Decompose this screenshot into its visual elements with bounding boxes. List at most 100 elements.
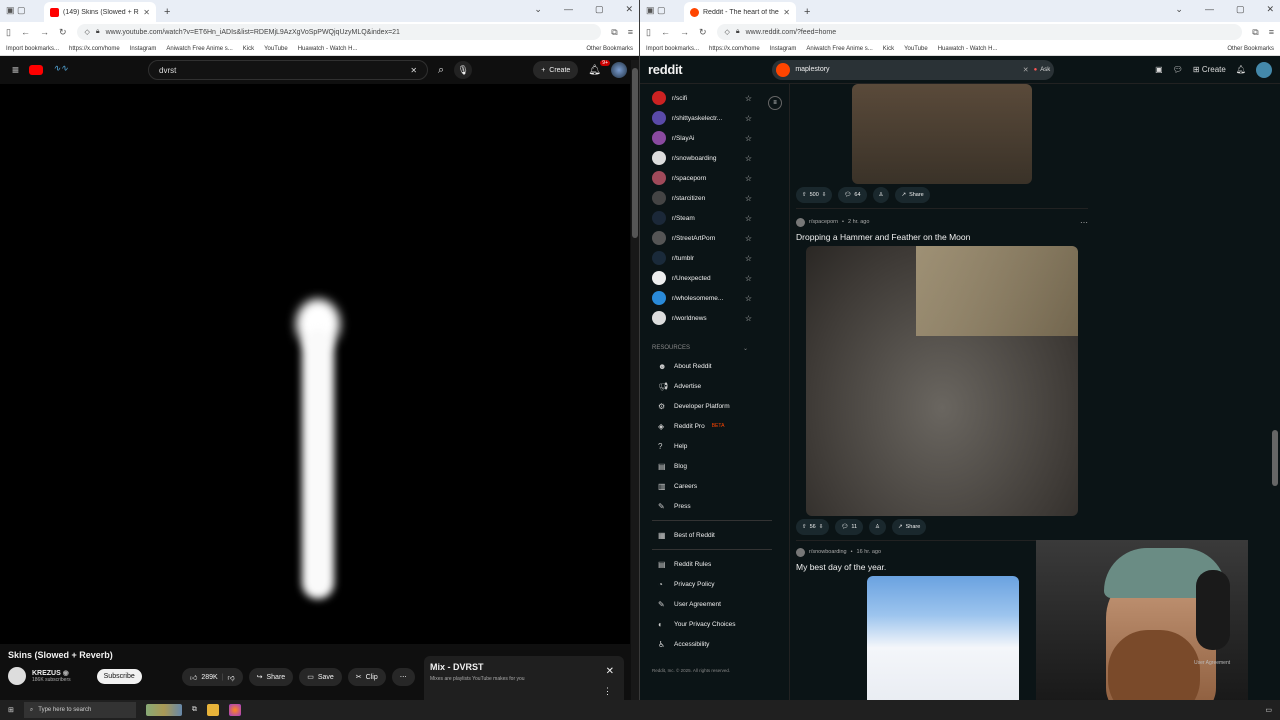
bookmark-item[interactable]: Huawatch - Watch H... (938, 46, 998, 52)
sidebar-community[interactable]: r/tumblr ☆ (652, 248, 752, 268)
share-button[interactable]: ↪ Share (248, 668, 294, 686)
sidebar-community[interactable]: r/Unexpected ☆ (652, 268, 752, 288)
notification-icon[interactable]: ▭ (1265, 706, 1272, 714)
resource-item[interactable]: ▥ Careers (652, 476, 789, 496)
clip-button[interactable]: ✂ Clip (347, 668, 386, 686)
ask-button[interactable]: ● Ask (1034, 67, 1051, 73)
comments-button[interactable]: 💬︎ 11 (835, 519, 864, 535)
subscribe-button[interactable]: Subscribe (96, 668, 142, 684)
dropdown-icon[interactable]: ⌄ (1175, 4, 1183, 15)
url-field[interactable]: ◇ 🔒︎ www.reddit.com/?feed=home (716, 24, 1243, 40)
sidebar-icon[interactable]: ▯ (646, 27, 651, 38)
scrollbar[interactable] (631, 60, 639, 700)
sidebar-community[interactable]: r/snowboarding ☆ (652, 148, 752, 168)
star-icon[interactable]: ☆ (745, 194, 752, 203)
kebab-menu-icon[interactable]: ⋮ (603, 686, 612, 697)
menu-icon[interactable]: ≡ (1269, 27, 1274, 37)
save-button[interactable]: ▭ Save (299, 668, 342, 686)
new-tab-button[interactable]: + (804, 6, 810, 18)
star-icon[interactable]: ☆ (745, 274, 752, 283)
downvote-icon[interactable]: ⇩ (819, 524, 824, 530)
bookmark-item[interactable]: Import bookmarks... (6, 46, 59, 52)
star-icon[interactable]: ☆ (745, 94, 752, 103)
maximize-icon[interactable]: ▢ (1236, 4, 1245, 15)
star-icon[interactable]: ☆ (745, 234, 752, 243)
policy-item[interactable]: ▤ Reddit Rules (652, 554, 789, 574)
subreddit-avatar[interactable] (796, 547, 805, 557)
post-image[interactable] (852, 84, 1032, 184)
bookmark-item[interactable]: Huawatch - Watch H... (298, 46, 358, 52)
star-icon[interactable]: ☆ (745, 214, 752, 223)
minimize-icon[interactable]: — (564, 4, 573, 15)
bookmark-item[interactable]: Kick (883, 46, 894, 52)
post-image-snow[interactable] (867, 576, 1019, 700)
subreddit-name[interactable]: r/snowboarding (809, 549, 847, 555)
forward-icon[interactable]: → (40, 27, 49, 37)
more-options-icon[interactable]: ⋯ (1080, 218, 1088, 227)
vote-button[interactable]: ⇧ 500 ⇩ (796, 187, 833, 203)
resource-item[interactable]: ▦ Best of Reddit (652, 525, 789, 545)
windows-start-icon[interactable]: ⊞ (8, 706, 14, 714)
create-button[interactable]: ⊞ Create (1193, 65, 1226, 74)
thumbs-down-icon[interactable]: 👎︎ (228, 673, 235, 682)
collapse-sidebar-icon[interactable]: ≡ (768, 96, 782, 110)
bookmark-item[interactable]: Instagram (770, 46, 797, 52)
award-button[interactable]: ♙ (872, 187, 890, 203)
task-view-icon[interactable]: ⧉ (192, 706, 197, 714)
star-icon[interactable]: ☆ (745, 254, 752, 263)
resource-item[interactable]: ▤ Blog (652, 456, 789, 476)
sidebar-community[interactable]: r/SlayAi ☆ (652, 128, 752, 148)
resources-header[interactable]: RESOURCES ⌄ (652, 340, 748, 356)
subreddit-name[interactable]: r/spaceporn (809, 219, 838, 225)
more-actions-button[interactable]: ⋯ (391, 668, 415, 686)
avatar[interactable] (611, 62, 627, 78)
bookmark-item[interactable]: Kick (243, 46, 254, 52)
tab-youtube[interactable]: (149) Skins (Slowed + Reve ✕ (44, 2, 156, 22)
video-player[interactable] (0, 84, 630, 644)
sidebar-community[interactable]: r/StreetArtPorn ☆ (652, 228, 752, 248)
other-bookmarks[interactable]: Other Bookmarks (586, 46, 633, 52)
bookmark-item[interactable]: https://x.com/home (69, 46, 120, 52)
upvote-icon[interactable]: ⇧ (802, 192, 807, 198)
bookmark-item[interactable]: Aniwatch Free Anime s... (166, 46, 232, 52)
clear-search-icon[interactable]: ✕ (410, 66, 417, 75)
back-icon[interactable]: ← (21, 27, 30, 37)
reddit-logo[interactable]: reddit (648, 62, 683, 77)
resource-item[interactable]: 📢︎ Advertise (652, 376, 789, 396)
firefox-icon[interactable] (228, 704, 241, 716)
bookmark-item[interactable]: Aniwatch Free Anime s... (806, 46, 872, 52)
policy-item[interactable]: ✎ User Agreement (652, 594, 789, 614)
sidebar-community[interactable]: r/wholesomeme... ☆ (652, 288, 752, 308)
extensions-icon[interactable]: ⧉ (1252, 27, 1258, 38)
chat-icon[interactable]: 💬︎ (1173, 65, 1183, 74)
advertise-icon[interactable]: ▣ (1155, 65, 1163, 74)
share-button[interactable]: ↗ Share (895, 187, 930, 203)
sidebar-icon[interactable]: ▯ (6, 27, 11, 38)
clear-search-icon[interactable]: ✕ (1023, 66, 1029, 74)
sidebar-community[interactable]: r/shittyaskelectr... ☆ (652, 108, 752, 128)
star-icon[interactable]: ☆ (745, 314, 752, 323)
resource-item[interactable]: ⚙ Developer Platform (652, 396, 789, 416)
star-icon[interactable]: ☆ (745, 154, 752, 163)
tab-reddit[interactable]: Reddit - The heart of the intern ✕ (684, 2, 796, 22)
bookmark-item[interactable]: Import bookmarks... (646, 46, 699, 52)
tab-actions-icon[interactable]: ▣ ▢ (646, 5, 666, 16)
resource-item[interactable]: ✎ Press (652, 496, 789, 516)
channel-name[interactable]: KREZUS (32, 670, 61, 677)
share-button[interactable]: ↗ Share (891, 519, 927, 535)
new-tab-button[interactable]: + (164, 6, 170, 18)
close-window-icon[interactable]: ✕ (1266, 4, 1274, 15)
subreddit-avatar[interactable] (796, 217, 805, 227)
tab-actions-icon[interactable]: ▣ ▢ (6, 5, 26, 16)
downvote-icon[interactable]: ⇩ (822, 192, 827, 198)
sidebar-community[interactable]: r/spaceporn ☆ (652, 168, 752, 188)
dropdown-icon[interactable]: ⌄ (534, 4, 542, 15)
extensions-icon[interactable]: ⧉ (611, 27, 617, 38)
resource-item[interactable]: ☻ About Reddit (652, 356, 789, 376)
policy-item[interactable]: ♿︎ Accessibility (652, 634, 789, 654)
resource-item[interactable]: ◈ Reddit Pro BETA (652, 416, 789, 436)
file-explorer-icon[interactable] (206, 704, 219, 716)
search-icon[interactable]: ⌕ (438, 64, 444, 77)
star-icon[interactable]: ☆ (745, 134, 752, 143)
maximize-icon[interactable]: ▢ (595, 4, 604, 15)
